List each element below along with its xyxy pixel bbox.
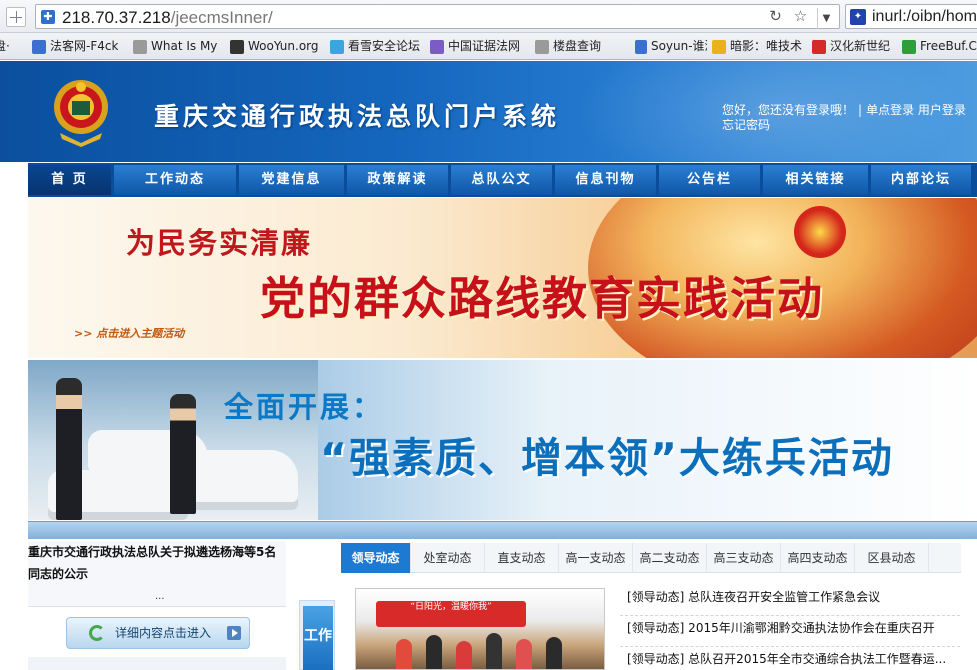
tab-hw1-news[interactable]: 高一支动态 (559, 543, 633, 573)
tab-direct-branch-news[interactable]: 直支动态 (485, 543, 559, 573)
bookmark-item[interactable]: WooYun.org (230, 38, 325, 55)
notice-title[interactable]: 重庆市交通行政执法总队关于拟遴选杨海等5名同志的公示 (28, 541, 286, 585)
bookmark-item[interactable]: 中国证据法网 (430, 38, 530, 55)
search-value[interactable]: inurl:/oibn/hom (872, 8, 977, 26)
login-area: 您好，您还没有登录哦！ | 单点登录 用户登录 忘记密码 (722, 103, 966, 132)
bookmark-label: 暗影：唯技术 (730, 39, 803, 53)
bookmark-favicon-icon (635, 39, 647, 54)
bookmark-item[interactable]: 楼盘查询 (535, 38, 630, 55)
banner1-headline: 党的群众路线教育实践活动 (260, 272, 825, 325)
bookmark-label: Soyun-谁泄 (650, 39, 707, 53)
user-login-link[interactable]: 用户登录 (918, 103, 966, 117)
bookmark-item[interactable]: 暗影：唯技术 (712, 38, 807, 55)
nav-bulletin[interactable]: 公告栏 (659, 165, 760, 195)
search-input[interactable]: ✦ inurl:/oibn/hom (845, 4, 977, 29)
bookmark-item[interactable]: What Is My (133, 38, 225, 55)
bookmark-label: 法客网-F4ck (50, 39, 119, 53)
campaign-banner-2[interactable]: 全面开展： “强素质、增本领”大练兵活动 (28, 360, 977, 520)
news-photo[interactable]: “日阳光，温暖你我” (355, 588, 605, 670)
banner1-enter-link[interactable]: >> 点击进入主题活动 (74, 325, 184, 341)
bookmark-favicon-icon (712, 39, 726, 54)
refresh-icon (89, 625, 105, 641)
side-tab-work[interactable]: 工作 (303, 606, 333, 670)
news-tabs: 领导动态 处室动态 直支动态 高一支动态 高二支动态 高三支动态 高四支动态 区… (341, 543, 961, 573)
nav-documents[interactable]: 总队公文 (451, 165, 552, 195)
left-panel-footer (28, 657, 286, 670)
news-list: [领导动态] 总队连夜召开安全监管工作紧急会议 [领导动态] 2015年川渝鄂湘… (620, 585, 960, 670)
bookmark-label: 看雪安全论坛 (348, 39, 421, 53)
bookmark-item[interactable]: 盘· (0, 38, 22, 55)
login-greeting: 您好，您还没有登录哦！ (722, 103, 855, 117)
main-nav: 首 页 工作动态 党建信息 政策解读 总队公文 信息刊物 公告栏 相关链接 内部… (28, 163, 977, 197)
banner2-slogan: 全面开展： (224, 390, 385, 424)
bookmark-favicon-icon (32, 39, 46, 54)
nav-home[interactable]: 首 页 (28, 165, 111, 195)
site-header: 重庆交通行政执法总队门户系统 您好，您还没有登录哦！ | 单点登录 用户登录 忘记密… (0, 61, 977, 162)
bookmark-favicon-icon (430, 39, 444, 54)
nav-publications[interactable]: 信息刊物 (555, 165, 656, 195)
url-text[interactable]: 218.70.37.218/jeecmsInner/ (62, 8, 273, 28)
tab-county-news[interactable]: 区县动态 (855, 543, 929, 573)
news-item[interactable]: [领导动态] 2015年川渝鄂湘黔交通执法协作会在重庆召开 (620, 616, 960, 647)
detail-button-label: 详细内容点击进入 (115, 626, 212, 640)
chevron-down-icon[interactable]: ▼ (817, 8, 835, 29)
tab-hw3-news[interactable]: 高三支动态 (707, 543, 781, 573)
star-icon[interactable]: ☆ (792, 8, 809, 25)
nav-party-building[interactable]: 党建信息 (239, 165, 344, 195)
bookmark-label: 盘· (0, 39, 10, 53)
site-title: 重庆交通行政执法总队门户系统 (154, 102, 561, 131)
bookmark-label: 楼盘查询 (553, 39, 602, 53)
emblem-logo (54, 80, 108, 147)
bookmark-item[interactable]: 汉化新世纪 (812, 38, 897, 55)
bookmark-item[interactable]: Soyun-谁泄 (635, 38, 707, 55)
news-item[interactable]: [领导动态] 总队召开2015年全市交通综合执法工作暨春运... (620, 647, 960, 670)
bookmark-label: 汉化新世纪 (830, 39, 891, 53)
nav-work-news[interactable]: 工作动态 (114, 165, 236, 195)
banner2-headline: “强素质、增本领”大练兵活动 (320, 434, 894, 482)
bookmark-favicon-icon (902, 39, 916, 54)
tab-leader-news[interactable]: 领导动态 (341, 543, 411, 573)
bookmarks-bar: 盘· 法客网-F4ck What Is My WooYun.org 看雪安全论坛 中国证据… (0, 33, 977, 60)
bookmark-label: WooYun.org (248, 39, 319, 53)
banner1-slogan: 为民务实清廉 (126, 226, 313, 260)
bookmark-item[interactable]: FreeBuf.C (902, 38, 977, 55)
bookmark-label: 中国证据法网 (448, 39, 521, 53)
news-item[interactable]: [领导动态] 总队连夜召开安全监管工作紧急会议 (620, 585, 960, 616)
detail-enter-button[interactable]: 详细内容点击进入 (66, 617, 250, 649)
site-security-icon: ✚ (41, 10, 55, 24)
notice-box: 重庆市交通行政执法总队关于拟遴选杨海等5名同志的公示 ... (28, 541, 286, 607)
search-engine-icon[interactable]: ✦ (850, 9, 866, 25)
bookmark-favicon-icon (230, 39, 244, 54)
play-icon (227, 626, 241, 640)
address-bar[interactable]: ✚ 218.70.37.218/jeecmsInner/ ↻ ☆ ▼ (35, 4, 840, 29)
nav-links[interactable]: 相关链接 (763, 165, 868, 195)
tab-hw4-news[interactable]: 高四支动态 (781, 543, 855, 573)
section-divider (28, 521, 977, 539)
bookmark-favicon-icon (330, 39, 344, 54)
bookmark-favicon-icon (535, 39, 549, 54)
forgot-password-link[interactable]: 忘记密码 (722, 118, 770, 132)
bookmark-favicon-icon (133, 39, 147, 54)
bookmark-item[interactable]: 看雪安全论坛 (330, 38, 425, 55)
single-login-link[interactable]: 单点登录 (866, 103, 914, 117)
bookmark-item[interactable]: 法客网-F4ck (32, 38, 128, 55)
tab-hw2-news[interactable]: 高二支动态 (633, 543, 707, 573)
reload-icon[interactable]: ↻ (767, 8, 784, 25)
page-menu-icon[interactable] (6, 7, 26, 27)
bookmark-label: What Is My (151, 39, 218, 53)
banner-star-icon (794, 206, 846, 258)
nav-forum[interactable]: 内部论坛 (871, 165, 971, 195)
notice-ellipsis: ... (155, 591, 165, 602)
campaign-banner-1[interactable]: 为民务实清廉 党的群众路线教育实践活动 >> 点击进入主题活动 (28, 198, 977, 358)
photo-banner-text: “日阳光，温暖你我” (376, 601, 526, 627)
bookmark-label: FreeBuf.C (920, 39, 977, 53)
nav-policy[interactable]: 政策解读 (347, 165, 448, 195)
browser-toolbar: ✚ 218.70.37.218/jeecmsInner/ ↻ ☆ ▼ ✦ inu… (0, 0, 977, 33)
tab-office-news[interactable]: 处室动态 (411, 543, 485, 573)
bookmark-favicon-icon (812, 39, 826, 54)
